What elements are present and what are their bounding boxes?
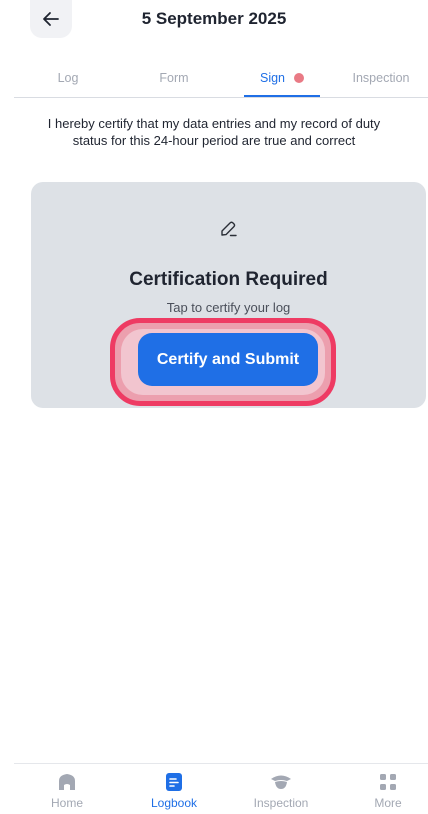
card-subtitle: Tap to certify your log: [166, 300, 291, 315]
alert-dot-icon: [294, 73, 305, 83]
nav-home[interactable]: Home: [17, 772, 117, 810]
tab-sign[interactable]: Sign: [244, 58, 320, 98]
bottom-nav: Home Logbook Inspection More: [14, 763, 428, 814]
tab-form[interactable]: Form: [134, 58, 214, 98]
pen-icon: [221, 221, 237, 237]
tab-label: Sign: [259, 71, 286, 85]
logbook-icon: [166, 773, 182, 791]
inspection-hat-icon: [271, 775, 291, 789]
nav-label: More: [374, 796, 402, 810]
card-title: Certification Required: [129, 269, 328, 290]
grid-icon: [380, 774, 396, 790]
nav-inspection[interactable]: Inspection: [231, 772, 331, 810]
tab-log[interactable]: Log: [28, 58, 108, 98]
nav-label: Home: [50, 796, 83, 810]
tab-bar: Log Form Sign Inspection: [14, 58, 428, 98]
nav-label: Logbook: [150, 796, 198, 810]
tab-label: Inspection: [352, 71, 410, 85]
tab-inspection[interactable]: Inspection: [334, 58, 428, 98]
nav-more[interactable]: More: [338, 772, 428, 810]
tab-label: Log: [57, 71, 79, 85]
certification-statement: I hereby certify that my data entries an…: [47, 116, 381, 148]
certify-submit-button[interactable]: Certify and Submit: [138, 333, 318, 386]
page-title: 5 September 2025: [141, 9, 287, 28]
header: 5 September 2025: [0, 0, 428, 40]
nav-logbook[interactable]: Logbook: [124, 772, 224, 810]
active-tab-indicator: [244, 95, 320, 97]
nav-label: Inspection: [253, 796, 309, 810]
tab-label: Form: [159, 71, 189, 85]
home-icon: [59, 774, 75, 790]
